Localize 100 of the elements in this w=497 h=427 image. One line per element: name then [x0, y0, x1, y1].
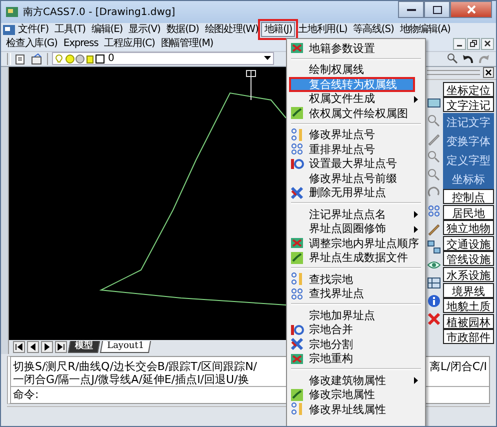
- menu-item[interactable]: 土地利用(L): [295, 22, 350, 38]
- menu-item[interactable]: 查找界址点: [289, 286, 423, 301]
- menu-item[interactable]: 检查入库(G): [3, 36, 60, 52]
- menu-item[interactable]: 修改界址点号前缀: [289, 171, 423, 186]
- grid-icon[interactable]: [427, 276, 441, 290]
- maximize-button[interactable]: [424, 1, 450, 18]
- panel-button[interactable]: 独立地物: [443, 220, 494, 236]
- menu-item[interactable]: 注记界址点点名: [289, 207, 423, 222]
- menu-item[interactable]: 绘制权属线: [289, 62, 423, 77]
- menu-item[interactable]: 显示(V): [126, 22, 164, 38]
- menu-item[interactable]: 设置最大界址点号: [289, 156, 423, 171]
- menu-item[interactable]: 权属文件生成: [289, 92, 423, 106]
- menu-item[interactable]: 依权属文件绘权属图: [289, 106, 423, 120]
- last-button[interactable]: [55, 341, 67, 354]
- close-button[interactable]: [483, 67, 494, 78]
- layer-state-icon[interactable]: [31, 52, 43, 65]
- layers-icon[interactable]: [15, 52, 27, 65]
- menu-item[interactable]: 调整宗地内界址点顺序: [289, 236, 423, 250]
- network-icon[interactable]: [427, 240, 441, 254]
- command-options-text: 一闭合G/隔一点J/微导线A/延伸E/插点I/回退U/换: [13, 373, 249, 386]
- layout-tab[interactable]: Layout1: [100, 341, 152, 354]
- menu-item-icon: [290, 322, 304, 337]
- panel-button[interactable]: 控制点: [443, 189, 494, 204]
- zoom-icon[interactable]: [427, 150, 441, 164]
- info-icon[interactable]: [427, 294, 441, 308]
- panel-button[interactable]: 植被园林: [443, 314, 494, 329]
- maximize-icon: [432, 6, 442, 14]
- first-button[interactable]: [13, 341, 25, 354]
- menu-item[interactable]: 地物编辑(A): [396, 22, 454, 38]
- menu-item[interactable]: 修改建筑物属性: [289, 373, 423, 388]
- menu-item-icon: [290, 272, 304, 286]
- crosshair-cursor: [244, 70, 258, 100]
- layer-name: 0: [108, 53, 114, 64]
- close-icon: [466, 5, 476, 14]
- text-tool-icon[interactable]: [427, 96, 441, 110]
- command-prompt: 命令:: [13, 388, 39, 402]
- menu-item[interactable]: 工具(T): [52, 22, 88, 38]
- delete-icon[interactable]: [427, 312, 441, 326]
- submenu-arrow-icon: [414, 96, 418, 102]
- menu-item-icon: [290, 337, 304, 352]
- document-icon[interactable]: [3, 24, 15, 36]
- menu-item-icon: [290, 156, 304, 171]
- panel-button[interactable]: 坐标定位: [443, 82, 494, 97]
- panel-button[interactable]: 文字注记: [443, 97, 494, 112]
- restore-button[interactable]: [467, 38, 480, 50]
- menu-item[interactable]: 修改界址点号: [289, 128, 423, 142]
- menu-item[interactable]: 绘图处理(W): [202, 22, 262, 38]
- menu-item-icon: [290, 186, 304, 200]
- menu-item[interactable]: 修改界址线属性: [289, 402, 423, 416]
- panel-button[interactable]: 居民地: [443, 204, 494, 220]
- menu-item-icon: [290, 402, 304, 416]
- command-options-text: 离L/闭合C/I: [430, 360, 487, 374]
- menu-item-icon: [290, 286, 304, 301]
- menu-item-icon: [290, 250, 304, 265]
- minimize-button[interactable]: [398, 1, 424, 18]
- menu-item[interactable]: 文件(F): [15, 22, 52, 38]
- menu-item[interactable]: 工程应用(C): [101, 36, 158, 52]
- layer-dropdown[interactable]: 0: [52, 52, 274, 66]
- menu-item[interactable]: 宗地加界址点: [289, 308, 423, 322]
- menu-item[interactable]: 删除无用界址点: [289, 186, 423, 200]
- panel-button[interactable]: 交通设施: [443, 236, 494, 251]
- command-options-text: 切换S/测尺R/曲线Q/边长交会B/跟踪T/区间跟踪N/: [13, 360, 258, 374]
- panel-list-item[interactable]: 变换字体: [443, 132, 494, 151]
- menu-item[interactable]: 编辑(E): [88, 22, 126, 38]
- menu-item[interactable]: 宗地合并: [289, 322, 423, 337]
- menu-item-icon: [290, 236, 304, 250]
- menu-item[interactable]: 等高线(S): [350, 22, 397, 38]
- undo-icon[interactable]: [462, 52, 474, 65]
- menu-item[interactable]: 宗地重构: [289, 352, 423, 366]
- panel-button[interactable]: 境界线: [443, 282, 494, 298]
- panel-list-item[interactable]: 坐标标: [443, 170, 494, 189]
- menu-item[interactable]: 地籍参数设置: [289, 41, 423, 56]
- close-button[interactable]: [481, 38, 494, 50]
- menu-item-icon: [290, 352, 304, 366]
- submenu-arrow-icon: [414, 377, 418, 384]
- menu-item[interactable]: 界址点生成数据文件: [289, 250, 423, 265]
- panel-list-item[interactable]: 定义字型: [443, 151, 494, 170]
- panel-button[interactable]: 管线设施: [443, 251, 494, 266]
- next-button[interactable]: [41, 341, 53, 354]
- menu-item[interactable]: 宗地分割: [289, 337, 423, 352]
- zoom-icon[interactable]: [427, 168, 441, 182]
- panel-button[interactable]: 水系设施: [443, 266, 494, 282]
- minimize-button[interactable]: [453, 38, 466, 50]
- menu-item[interactable]: 查找宗地: [289, 272, 423, 286]
- menu-item[interactable]: 界址点圆圈修饰: [289, 222, 423, 236]
- zoom-icon[interactable]: [447, 53, 458, 64]
- layout-tab[interactable]: 模型: [68, 341, 100, 354]
- points-icon[interactable]: [427, 204, 441, 218]
- panel-button[interactable]: 地貌土质: [443, 298, 494, 314]
- prev-button[interactable]: [27, 341, 39, 354]
- panel-button[interactable]: 市政部件: [443, 329, 494, 344]
- menu-item[interactable]: 地籍(J): [261, 22, 296, 38]
- menu-item-icon: [290, 128, 304, 142]
- menu-item[interactable]: 数据(D): [163, 22, 202, 38]
- menu-item[interactable]: 图幅管理(M): [158, 36, 216, 52]
- panel-list-item[interactable]: 注记文字: [443, 113, 494, 132]
- menu-item[interactable]: Express: [60, 36, 102, 52]
- layer-status-icon: [55, 54, 105, 64]
- menu-item[interactable]: 修改宗地属性: [289, 388, 423, 402]
- menu-item[interactable]: 重排界址点号: [289, 142, 423, 156]
